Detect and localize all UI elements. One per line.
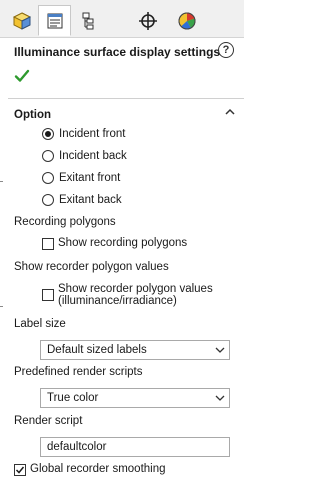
- radio-label: Exitant back: [59, 194, 122, 206]
- radio-incident-back[interactable]: Incident back: [42, 147, 127, 165]
- radio-incident-front[interactable]: Incident front: [42, 125, 125, 143]
- radio-exitant-front[interactable]: Exitant front: [42, 169, 120, 187]
- recording-polygons-heading: Recording polygons: [14, 216, 116, 228]
- radio-button[interactable]: [42, 194, 54, 206]
- radio-button[interactable]: [42, 172, 54, 184]
- tab-feature-manager[interactable]: [5, 5, 38, 36]
- radio-label: Incident front: [59, 128, 126, 140]
- radio-button[interactable]: [42, 150, 54, 162]
- checkbox-label-line2: (illuminance/irradiance): [58, 295, 177, 307]
- dimxpert-icon: [138, 11, 157, 30]
- separator: [8, 98, 244, 99]
- option-section-heading: Option: [14, 109, 52, 121]
- tab-display-manager[interactable]: [170, 5, 203, 36]
- show-recorder-values-option[interactable]: Show recorder polygon values (illuminanc…: [42, 283, 213, 307]
- tab-property-manager[interactable]: [38, 5, 71, 36]
- panel-title: Illuminance surface display settings: [14, 45, 221, 59]
- radio-label: Exitant front: [59, 172, 121, 184]
- configuration-manager-icon: [82, 12, 93, 29]
- label-size-heading: Label size: [14, 318, 66, 330]
- show-recorder-values-checkbox[interactable]: [42, 289, 54, 301]
- checkmark-icon: [15, 466, 25, 474]
- radio-label: Incident back: [59, 150, 127, 162]
- checkbox-label: Show recording polygons: [58, 237, 188, 249]
- splitter-tick: [0, 306, 3, 307]
- help-icon[interactable]: ?: [218, 42, 234, 58]
- display-manager-icon: [178, 12, 195, 29]
- tab-configuration-manager[interactable]: [71, 5, 104, 36]
- checkmark-icon: [14, 69, 30, 82]
- chevron-down-icon: [211, 347, 229, 353]
- checkbox-label: Global recorder smoothing: [30, 463, 166, 475]
- radio-button[interactable]: [42, 128, 54, 140]
- collapse-button[interactable]: [224, 106, 236, 121]
- global-smoothing-option[interactable]: Global recorder smoothing: [14, 463, 166, 476]
- label-size-select[interactable]: Default sized labels: [40, 340, 230, 360]
- radio-exitant-back[interactable]: Exitant back: [42, 191, 122, 209]
- checkbox-label-line1: Show recorder polygon values: [58, 283, 213, 295]
- render-script-heading: Render script: [14, 415, 83, 427]
- tab-dimxpert[interactable]: [131, 5, 164, 36]
- render-script-input[interactable]: [40, 437, 230, 457]
- chevron-up-icon: [225, 108, 235, 115]
- ok-button[interactable]: [14, 68, 30, 87]
- splitter-tick: [0, 181, 3, 182]
- show-recording-polygons-checkbox[interactable]: [42, 238, 54, 250]
- property-manager-icon: [47, 13, 62, 28]
- render-scripts-select[interactable]: True color: [40, 388, 230, 408]
- chevron-down-icon: [211, 395, 229, 401]
- label-size-value: Default sized labels: [47, 344, 147, 356]
- show-recording-polygons-option[interactable]: Show recording polygons: [42, 237, 187, 250]
- render-scripts-heading: Predefined render scripts: [14, 366, 143, 378]
- tab-bar: [0, 0, 244, 38]
- feature-manager-icon: [12, 11, 31, 30]
- render-scripts-value: True color: [47, 392, 99, 404]
- global-smoothing-checkbox[interactable]: [14, 464, 26, 476]
- recorder-values-heading: Show recorder polygon values: [14, 261, 169, 273]
